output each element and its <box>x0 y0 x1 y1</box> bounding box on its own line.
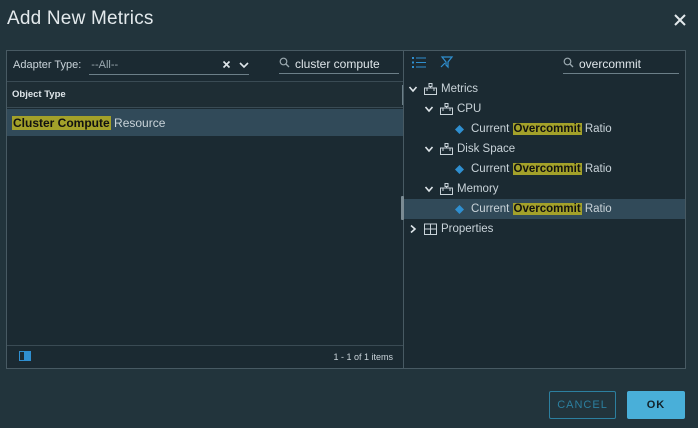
search-match-highlight: Overcommit <box>512 203 582 215</box>
chevron-down-icon[interactable] <box>424 184 434 194</box>
metric-group-icon <box>440 103 453 115</box>
left-toolbar: Adapter Type: --All-- cluster compute <box>7 51 403 79</box>
adapter-type-select[interactable]: --All-- <box>89 55 250 75</box>
leaf-label-prefix: Current <box>471 203 513 215</box>
dialog-title: Add New Metrics <box>7 8 154 29</box>
cancel-button[interactable]: CANCEL <box>549 391 616 419</box>
leaf-label-prefix: Current <box>471 163 513 175</box>
metric-group-icon <box>440 183 453 195</box>
right-toolbar: overcommit <box>404 51 685 77</box>
close-icon[interactable] <box>672 12 688 28</box>
table-row[interactable]: Cluster Compute Resource <box>7 109 403 136</box>
search-match-highlight: Overcommit <box>512 163 582 175</box>
metric-diamond-icon <box>455 164 464 174</box>
object-search-input[interactable]: cluster compute <box>279 54 399 74</box>
grid-footer: 1 - 1 of 1 items <box>7 345 403 368</box>
tree-node-label: Metrics <box>441 83 479 95</box>
tree-leaf-cpu-overcommit-ratio[interactable]: Current Overcommit Ratio <box>404 119 685 139</box>
chevron-right-icon[interactable] <box>408 224 418 234</box>
property-group-icon <box>424 223 437 235</box>
tree-node-metrics[interactable]: Metrics <box>404 79 685 99</box>
metric-search-input[interactable]: overcommit <box>563 54 679 74</box>
metrics-tree-pane: overcommit Metrics CPU Current Overcommi… <box>401 51 685 368</box>
ok-button[interactable]: OK <box>627 391 685 419</box>
object-type-pane: Adapter Type: --All-- cluster compute Ob… <box>7 51 404 368</box>
leaf-label-suffix: Ratio <box>581 203 612 215</box>
column-toggle-icon[interactable] <box>19 351 31 363</box>
metric-diamond-icon <box>455 204 464 214</box>
pagination-text: 1 - 1 of 1 items <box>333 352 393 362</box>
metric-group-icon <box>440 143 453 155</box>
column-header-object-type[interactable]: Object Type <box>7 81 403 108</box>
search-match-highlight: Cluster Compute <box>12 115 111 130</box>
chevron-down-icon[interactable] <box>424 144 434 154</box>
clear-icon[interactable] <box>222 60 231 69</box>
search-icon <box>279 57 290 71</box>
tree-node-label: CPU <box>457 103 482 115</box>
search-icon <box>563 57 574 71</box>
column-resize-handle[interactable] <box>402 85 403 105</box>
chevron-down-icon[interactable] <box>239 61 249 69</box>
tree-node-memory[interactable]: Memory <box>404 179 685 199</box>
tree-leaf-memory-overcommit-ratio[interactable]: Current Overcommit Ratio <box>404 199 685 219</box>
list-view-icon[interactable] <box>412 55 426 73</box>
tree-node-cpu[interactable]: CPU <box>404 99 685 119</box>
tree-leaf-disk-overcommit-ratio[interactable]: Current Overcommit Ratio <box>404 159 685 179</box>
metric-group-icon <box>424 83 437 95</box>
tree-node-properties[interactable]: Properties <box>404 219 685 239</box>
chevron-down-icon[interactable] <box>408 84 418 94</box>
leaf-label-prefix: Current <box>471 123 513 135</box>
tree-node-label: Memory <box>457 183 499 195</box>
object-search-value: cluster compute <box>295 56 380 71</box>
search-match-highlight: Overcommit <box>512 123 582 135</box>
tree-node-disk-space[interactable]: Disk Space <box>404 139 685 159</box>
chevron-down-icon[interactable] <box>424 104 434 114</box>
row-label-rest: Resource <box>110 115 166 130</box>
tree-node-label: Disk Space <box>457 143 516 155</box>
filter-icon[interactable] <box>440 55 454 74</box>
leaf-label-suffix: Ratio <box>581 123 612 135</box>
metrics-tree: Metrics CPU Current Overcommit Ratio Dis… <box>404 79 685 239</box>
adapter-type-label: Adapter Type: <box>13 59 82 71</box>
leaf-label-suffix: Ratio <box>581 163 612 175</box>
tree-node-label: Properties <box>441 223 494 235</box>
metrics-picker: Adapter Type: --All-- cluster compute Ob… <box>6 50 686 369</box>
metric-diamond-icon <box>455 124 464 134</box>
metric-search-value: overcommit <box>579 56 642 71</box>
column-header-label: Object Type <box>12 89 66 100</box>
adapter-type-value: --All-- <box>91 58 119 71</box>
